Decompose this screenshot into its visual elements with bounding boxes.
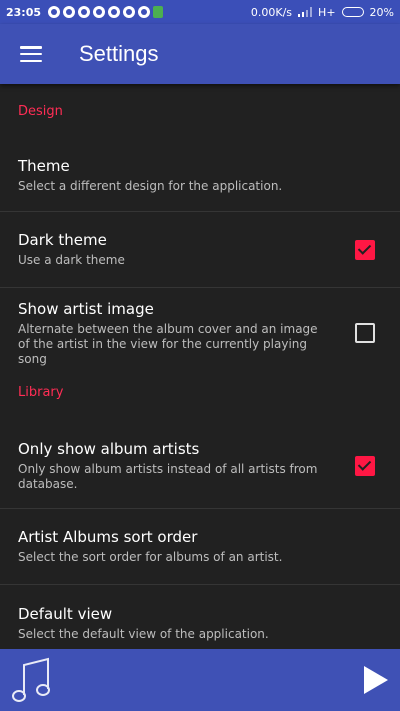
pref-title: Only show album artists xyxy=(18,440,200,458)
mini-player[interactable] xyxy=(0,649,400,711)
pref-title: Show artist image xyxy=(18,299,154,318)
pref-title: Default view xyxy=(18,605,113,623)
whatsapp-icon xyxy=(123,6,136,18)
status-bar: 23:05 0.00K/s H+ 20% xyxy=(0,0,400,24)
pref-summary: Select the default view of the applicati… xyxy=(18,627,269,641)
pref-summary: Alternate between the album cover and an… xyxy=(18,321,318,366)
pref-dark-theme[interactable]: Dark theme Use a dark theme xyxy=(0,212,400,288)
app-bar: Settings xyxy=(0,24,400,84)
whatsapp-icon xyxy=(63,6,76,18)
pref-artist-albums-sort-order[interactable]: Artist Albums sort order Select the sort… xyxy=(0,509,400,585)
pref-title: Artist Albums sort order xyxy=(18,528,198,546)
whatsapp-icon xyxy=(138,6,151,18)
whatsapp-icon xyxy=(93,6,106,18)
signal-icon xyxy=(298,7,313,17)
pref-default-view[interactable]: Default view Select the default view of … xyxy=(0,585,400,649)
whatsapp-icon xyxy=(78,6,91,18)
only-album-artists-checkbox[interactable] xyxy=(355,456,375,476)
pref-summary: Select the sort order for albums of an a… xyxy=(18,550,283,564)
app-icon xyxy=(153,6,164,18)
pref-show-artist-image[interactable]: Show artist image Alternate between the … xyxy=(0,288,400,378)
section-header-library: Library xyxy=(18,385,64,400)
pref-title: Dark theme xyxy=(18,231,107,249)
pref-summary: Use a dark theme xyxy=(18,253,125,267)
net-speed: 0.00K/s xyxy=(250,5,293,19)
whatsapp-icon xyxy=(108,6,121,18)
network-type: H+ xyxy=(318,5,336,19)
status-left: 23:05 xyxy=(6,5,164,19)
pref-summary: Only show album artists instead of all a… xyxy=(18,462,318,491)
section-header-design: Design xyxy=(18,104,63,119)
pref-title: Theme xyxy=(18,157,70,175)
pref-summary: Select a different design for the applic… xyxy=(18,179,283,193)
battery-level: 20% xyxy=(369,5,394,19)
page-title: Settings xyxy=(79,41,159,66)
pref-theme[interactable]: Theme Select a different design for the … xyxy=(0,140,400,212)
status-time: 23:05 xyxy=(6,5,42,19)
dark-theme-checkbox[interactable] xyxy=(355,239,375,260)
status-right: 0.00K/s H+ 20% xyxy=(251,6,394,19)
whatsapp-icon xyxy=(48,6,61,18)
menu-icon[interactable] xyxy=(20,46,42,62)
battery-icon xyxy=(341,7,364,17)
play-icon[interactable] xyxy=(364,666,388,694)
show-artist-image-checkbox[interactable] xyxy=(355,323,375,343)
pref-only-album-artists[interactable]: Only show album artists Only show album … xyxy=(0,424,400,509)
settings-list[interactable]: Design Theme Select a different design f… xyxy=(0,84,400,649)
music-note-icon xyxy=(12,657,50,702)
